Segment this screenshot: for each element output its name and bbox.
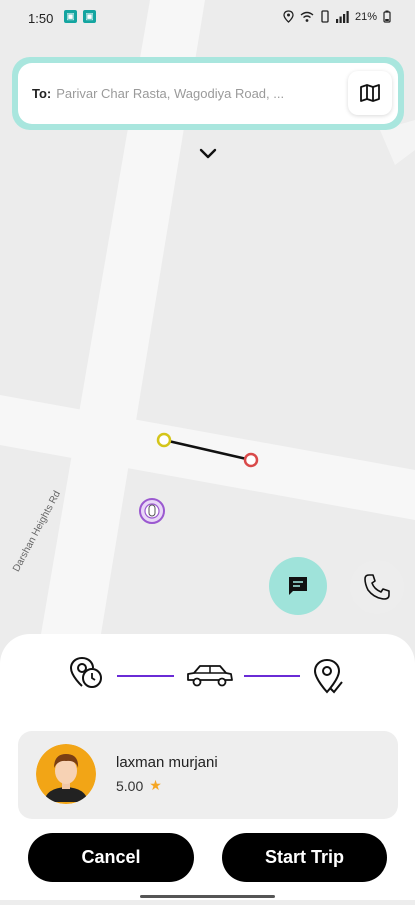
dropoff-marker: [243, 452, 259, 468]
notification-app-icon: ▣: [64, 10, 77, 23]
car-icon: [187, 665, 233, 687]
vibrate-icon: [321, 10, 329, 23]
map-icon: [360, 84, 380, 102]
status-bar: 1:50 ▣ ▣ 21%: [0, 0, 415, 36]
phone-icon: [364, 574, 390, 600]
pickup-clock-icon: [69, 657, 102, 688]
chat-button[interactable]: [269, 557, 327, 615]
home-indicator[interactable]: [140, 895, 275, 898]
status-time: 1:50: [28, 11, 54, 26]
destination-search-bar[interactable]: To: Parivar Char Rasta, Wagodiya Road, .…: [12, 57, 404, 130]
destination-pin-icon: [313, 658, 343, 694]
star-icon: ★: [149, 777, 162, 793]
vehicle-marker: [139, 498, 165, 524]
wifi-icon: [300, 11, 314, 22]
cancel-button[interactable]: Cancel: [28, 833, 194, 882]
pickup-marker: [156, 432, 172, 448]
avatar: [36, 744, 96, 804]
call-button[interactable]: [350, 560, 404, 614]
notification-app-icon: ▣: [83, 10, 96, 23]
map-button[interactable]: [348, 71, 392, 115]
driver-name: laxman murjani: [116, 754, 218, 771]
trip-bottom-sheet: laxman murjani 5.00 ★ Cancel Start Trip: [0, 634, 415, 900]
start-trip-button[interactable]: Start Trip: [222, 833, 387, 882]
trip-progress: [69, 657, 343, 694]
rating-value: 5.00: [116, 777, 144, 794]
battery-icon: [383, 10, 391, 23]
driver-rating: 5.00 ★: [116, 777, 162, 794]
chat-icon: [289, 577, 307, 595]
to-label: To:: [32, 86, 52, 101]
location-icon: [283, 10, 294, 23]
chevron-down-icon[interactable]: [197, 146, 219, 162]
signal-icon: [335, 10, 349, 23]
destination-text[interactable]: Parivar Char Rasta, Wagodiya Road, ...: [56, 86, 318, 101]
battery-percent: 21%: [354, 10, 377, 23]
destination-card[interactable]: To: Parivar Char Rasta, Wagodiya Road, .…: [18, 63, 398, 124]
driver-card[interactable]: laxman murjani 5.00 ★: [18, 731, 398, 819]
